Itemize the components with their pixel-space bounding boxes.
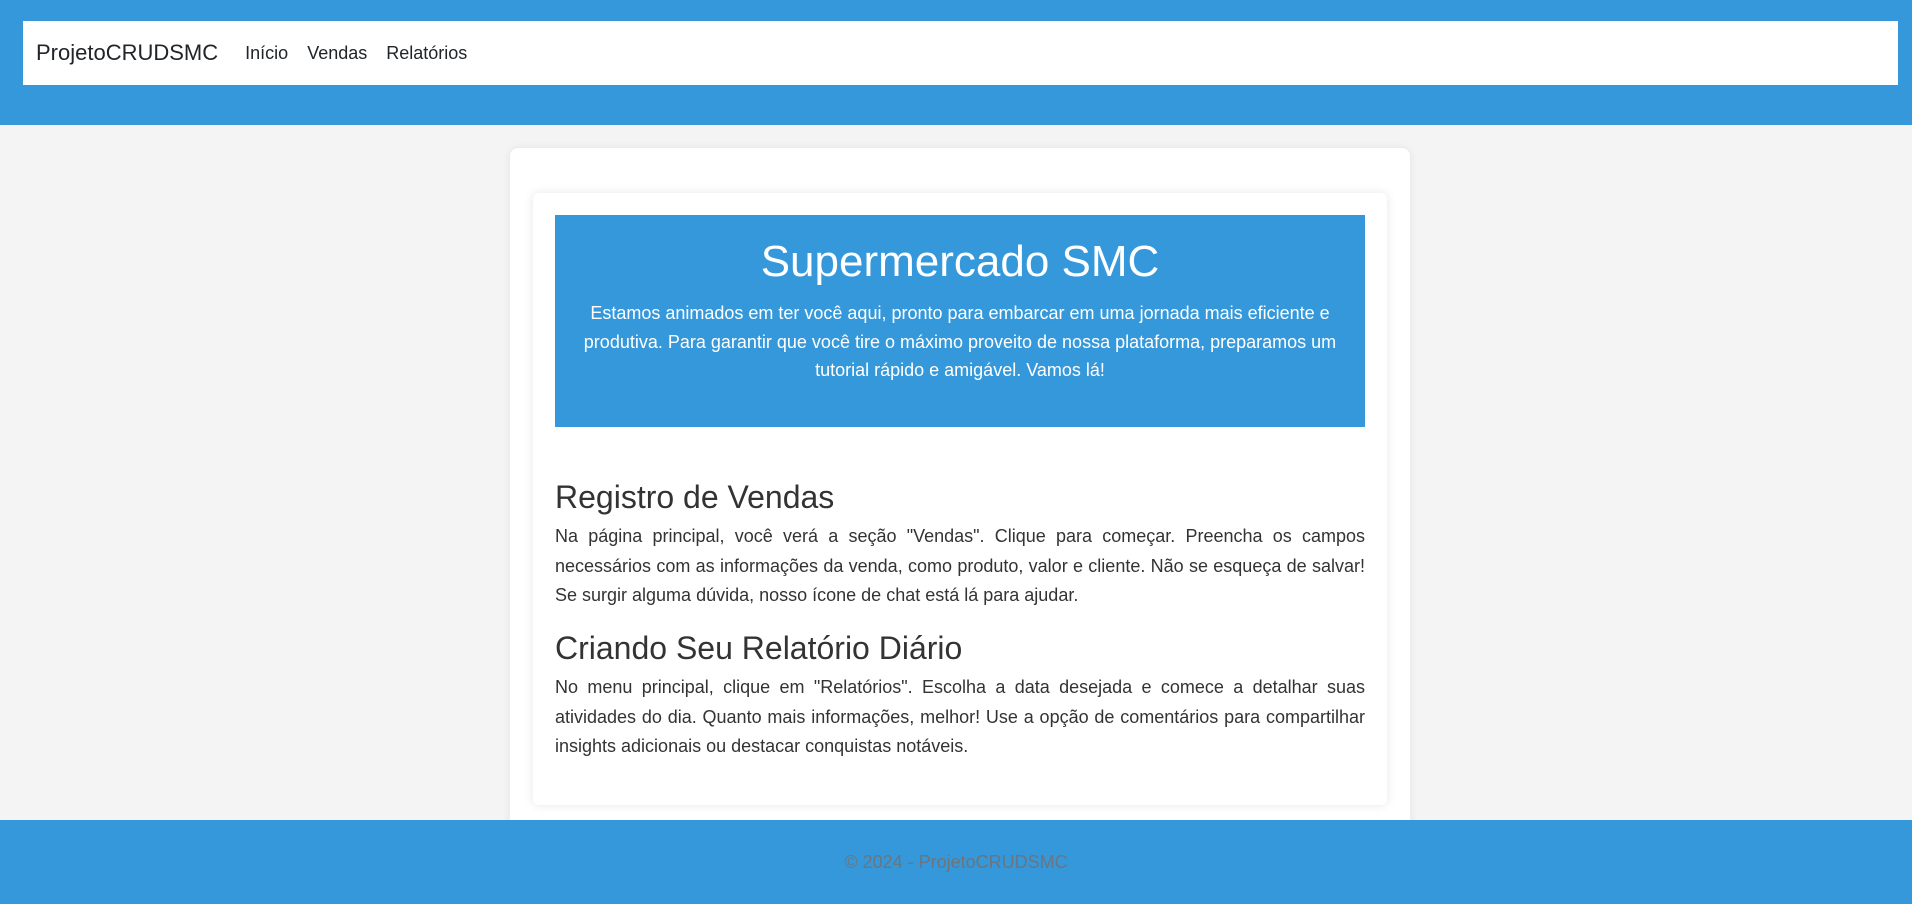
footer-copyright: © 2024 - ProjetoCRUDSMC bbox=[844, 851, 1068, 872]
hero-text: Estamos animados em ter você aqui, pront… bbox=[583, 303, 1337, 380]
section-text: Na página principal, você verá a seção "… bbox=[555, 526, 1365, 605]
content-card: Supermercado SMC Estamos animados em ter… bbox=[533, 193, 1387, 805]
section-heading: Registro de Vendas bbox=[555, 479, 835, 515]
section-registro-vendas: Registro de Vendas Na página principal, … bbox=[555, 478, 1365, 611]
footer: © 2024 - ProjetoCRUDSMC bbox=[0, 820, 1912, 904]
hero-title: Supermercado SMC bbox=[760, 237, 1160, 286]
section-text: No menu principal, clique em "Relatórios… bbox=[555, 677, 1365, 756]
nav-link-relatorios[interactable]: Relatórios bbox=[386, 43, 467, 64]
nav-link-inicio[interactable]: Início bbox=[245, 43, 288, 64]
navbar: ProjetoCRUDSMC Início Vendas Relatórios bbox=[23, 21, 1898, 85]
nav-link-vendas[interactable]: Vendas bbox=[307, 43, 367, 64]
brand-link[interactable]: ProjetoCRUDSMC bbox=[36, 40, 218, 66]
header-band: ProjetoCRUDSMC Início Vendas Relatórios bbox=[0, 0, 1912, 125]
section-heading: Criando Seu Relatório Diário bbox=[555, 630, 963, 666]
main-container: Supermercado SMC Estamos animados em ter… bbox=[510, 148, 1410, 848]
section-relatorio-diario: Criando Seu Relatório Diário No menu pri… bbox=[555, 629, 1365, 762]
hero-banner: Supermercado SMC Estamos animados em ter… bbox=[555, 215, 1365, 427]
